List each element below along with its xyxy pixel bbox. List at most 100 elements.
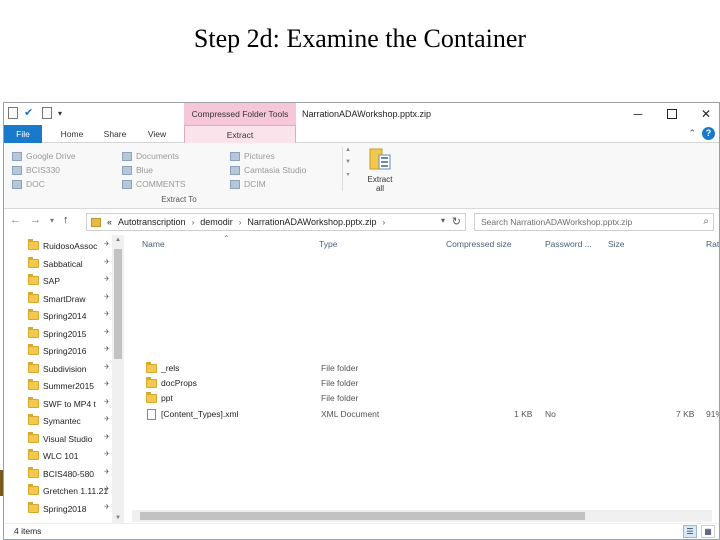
scroll-up-icon[interactable]: ▲ [112,237,124,243]
column-header-size[interactable]: Size [608,239,625,253]
pin-icon[interactable]: ✈ [103,345,111,353]
nav-item-spring2015[interactable]: Spring2015 [28,325,112,342]
customize-dropdown-icon[interactable]: ▾ [58,109,62,118]
file-name[interactable]: [Content_Types].xml [161,407,238,422]
nav-item-spring2014[interactable]: Spring2014 [28,307,112,324]
nav-item-label: Spring2014 [43,310,87,321]
location-doc[interactable]: DOC [12,177,45,191]
location-dcim[interactable]: DCIM [230,177,266,191]
pin-icon[interactable]: ✈ [103,398,111,406]
search-icon[interactable]: ⌕ [703,214,709,230]
recent-dropdown-icon[interactable]: ▾ [50,214,54,228]
pin-icon[interactable]: ✈ [103,240,111,248]
breadcrumb-autotranscription[interactable]: Autotranscription [118,217,186,227]
help-icon[interactable]: ? [702,127,715,140]
pin-icon[interactable]: ✈ [103,258,111,266]
breadcrumb-current[interactable]: NarrationADAWorkshop.pptx.zip [247,217,376,227]
column-header-compressed-size[interactable]: Compressed size [446,239,512,253]
address-bar[interactable]: « Autotranscription › demodir › Narratio… [86,213,466,231]
nav-item-wlc-101[interactable]: WLC 101 [28,447,112,464]
nav-item-symantec[interactable]: Symantec [28,412,112,429]
item-count: 4 items [14,526,42,536]
nav-item-sabbatical[interactable]: Sabbatical [28,255,112,272]
nav-item-ruidosoassoc[interactable]: RuidosoAssoc [28,237,112,254]
chevron-right-icon[interactable]: › [239,218,242,227]
location-pictures[interactable]: Pictures [230,149,275,163]
pin-icon[interactable]: ✈ [103,380,111,388]
pin-icon[interactable]: ✈ [103,415,111,423]
column-header-name[interactable]: Name [142,239,165,253]
table-row[interactable]: [Content_Types].xml XML Document 1 KB No… [128,407,719,422]
pin-icon[interactable]: ✈ [103,310,111,318]
location-blue[interactable]: Blue [122,163,153,177]
pin-icon[interactable]: ✈ [103,468,111,476]
forward-arrow-icon[interactable]: → [30,214,41,228]
close-button[interactable]: ✕ [699,107,713,121]
nav-item-swf-to-mp4[interactable]: SWF to MP4 t [28,395,112,412]
breadcrumb-demodir[interactable]: demodir [200,217,233,227]
checkmark-icon[interactable]: ✔ [24,107,36,119]
nav-pane-scrollbar[interactable]: ▲ ▼ [112,235,124,523]
file-name[interactable]: _rels [161,361,179,376]
pin-icon[interactable]: ✈ [103,293,111,301]
expand-gallery-icon[interactable]: ▾ [346,171,349,178]
location-google-drive[interactable]: Google Drive [12,149,76,163]
minimize-button[interactable]: ─ [631,107,645,121]
nav-item-gretchen[interactable]: Gretchen 1.11.21 [28,482,112,499]
table-row[interactable]: _rels File folder [128,361,719,376]
pin-icon[interactable]: ✈ [103,328,111,336]
column-header-password[interactable]: Password ... [545,239,592,253]
nav-item-spring2018[interactable]: Spring2018 [28,500,112,517]
tab-home[interactable]: Home [54,125,90,143]
location-comments[interactable]: COMMENTS [122,177,186,191]
location-documents[interactable]: Documents [122,149,179,163]
address-dropdown-icon[interactable]: ▾ [441,216,445,225]
back-arrow-icon[interactable]: ← [10,214,21,228]
scrollbar-thumb[interactable] [140,512,585,520]
details-view-icon[interactable]: ☰ [683,525,697,538]
pin-icon[interactable]: ✈ [103,275,111,283]
new-folder-icon[interactable] [42,107,52,119]
location-camtasia-studio[interactable]: Camtasia Studio [230,163,306,177]
collapse-ribbon-icon[interactable]: ⌃ [688,128,696,139]
pin-icon[interactable]: ✈ [103,485,111,493]
chevron-right-icon[interactable]: › [192,218,195,227]
file-name[interactable]: docProps [161,376,197,391]
refresh-icon[interactable]: ↻ [452,215,461,228]
pin-icon[interactable]: ✈ [103,363,111,371]
chevron-right-icon[interactable]: › [382,218,385,227]
nav-item-sap[interactable]: SAP [28,272,112,289]
folder-small-icon[interactable] [8,107,18,119]
scroll-down-icon[interactable]: ▼ [112,515,124,521]
extract-all-button[interactable]: Extract all [360,147,400,193]
scroll-up-icon[interactable]: ▲ [345,147,351,153]
table-row[interactable]: ppt File folder [128,391,719,406]
search-input[interactable]: Search NarrationADAWorkshop.pptx.zip ⌕ [474,213,714,231]
nav-item-smartdraw[interactable]: SmartDraw [28,290,112,307]
nav-item-spring2016[interactable]: Spring2016 [28,342,112,359]
large-icons-view-icon[interactable]: ▦ [701,525,715,538]
nav-item-summer2015[interactable]: Summer2015 [28,377,112,394]
file-name[interactable]: ppt [161,391,173,406]
location-bcis330[interactable]: BCIS330 [12,163,60,177]
gallery-scroll[interactable]: ▲ ▼ ▾ [342,147,353,191]
nav-item-bcis480-580[interactable]: BCIS480-580 [28,465,112,482]
pin-icon[interactable]: ✈ [103,450,111,458]
horizontal-scrollbar[interactable] [132,510,712,522]
column-header-ratio[interactable]: Ratio [706,239,719,253]
tab-extract[interactable]: Extract [184,125,296,143]
tab-view[interactable]: View [140,125,174,143]
up-arrow-icon[interactable]: ↑ [63,214,69,228]
maximize-button[interactable] [667,109,677,119]
scroll-down-icon[interactable]: ▼ [345,159,351,165]
scrollbar-thumb[interactable] [114,249,122,359]
tab-file[interactable]: File [4,125,42,143]
column-header-type[interactable]: Type [319,239,337,253]
breadcrumb-overflow[interactable]: « [107,217,112,227]
pin-icon[interactable]: ✈ [103,433,111,441]
nav-item-subdivision[interactable]: Subdivision [28,360,112,377]
tab-share[interactable]: Share [96,125,134,143]
table-row[interactable]: docProps File folder [128,376,719,391]
pin-icon[interactable]: ✈ [103,503,111,511]
nav-item-visual-studio[interactable]: Visual Studio [28,430,112,447]
